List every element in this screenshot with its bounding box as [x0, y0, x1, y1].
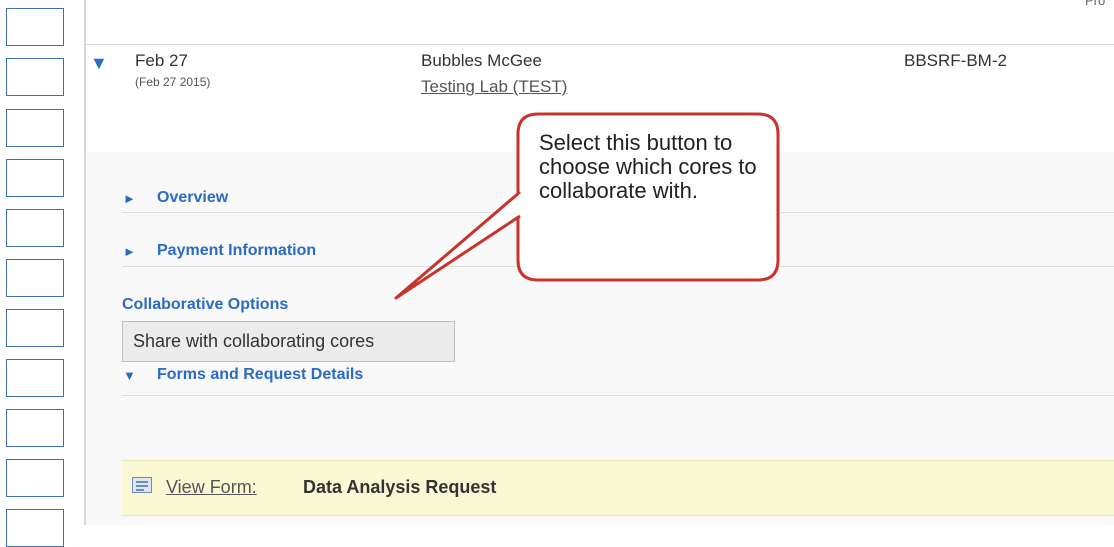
form-name: Data Analysis Request — [303, 477, 497, 497]
section-payment-information[interactable]: Payment Information — [157, 242, 316, 260]
section-overview[interactable]: Overview — [157, 189, 228, 207]
section-divider — [122, 395, 1114, 396]
collaborative-options-heading: Collaborative Options — [122, 296, 289, 313]
request-date: Feb 27 — [135, 51, 188, 70]
view-form-link[interactable]: View Form: — [166, 477, 257, 498]
view-form-bar: View Form: Data Analysis Request — [122, 460, 1114, 516]
callout-text: Select this button to choose which cores… — [539, 130, 757, 203]
corner-label: Pro — [1085, 0, 1106, 8]
row-selector-box[interactable] — [6, 209, 64, 247]
lab-link[interactable]: Testing Lab (TEST) — [421, 77, 567, 97]
section-forms-and-request-details[interactable]: Forms and Request Details — [157, 366, 363, 384]
row-selector-box[interactable] — [6, 109, 64, 147]
requester-name: Bubbles McGee — [421, 51, 542, 70]
row-selector-box[interactable] — [6, 359, 64, 397]
form-icon[interactable] — [132, 477, 152, 493]
row-selector-box[interactable] — [6, 459, 64, 497]
row-selector-box[interactable] — [6, 159, 64, 197]
left-checkbox-column — [0, 0, 70, 547]
triangle-right-icon[interactable]: ► — [123, 244, 136, 259]
triangle-down-icon[interactable]: ▼ — [90, 54, 108, 72]
share-with-collaborating-cores-button[interactable]: Share with collaborating cores — [122, 321, 455, 362]
row-selector-box[interactable] — [6, 409, 64, 447]
row-divider — [86, 44, 1114, 45]
request-code: BBSRF-BM-2 — [904, 51, 1007, 70]
row-selector-box[interactable] — [6, 8, 64, 46]
row-selector-box[interactable] — [6, 259, 64, 297]
triangle-down-icon[interactable]: ▼ — [123, 368, 136, 383]
row-selector-box[interactable] — [6, 509, 64, 547]
request-date-full: (Feb 27 2015) — [135, 75, 211, 89]
row-selector-box[interactable] — [6, 58, 64, 96]
triangle-right-icon[interactable]: ► — [123, 191, 136, 206]
row-selector-box[interactable] — [6, 309, 64, 347]
